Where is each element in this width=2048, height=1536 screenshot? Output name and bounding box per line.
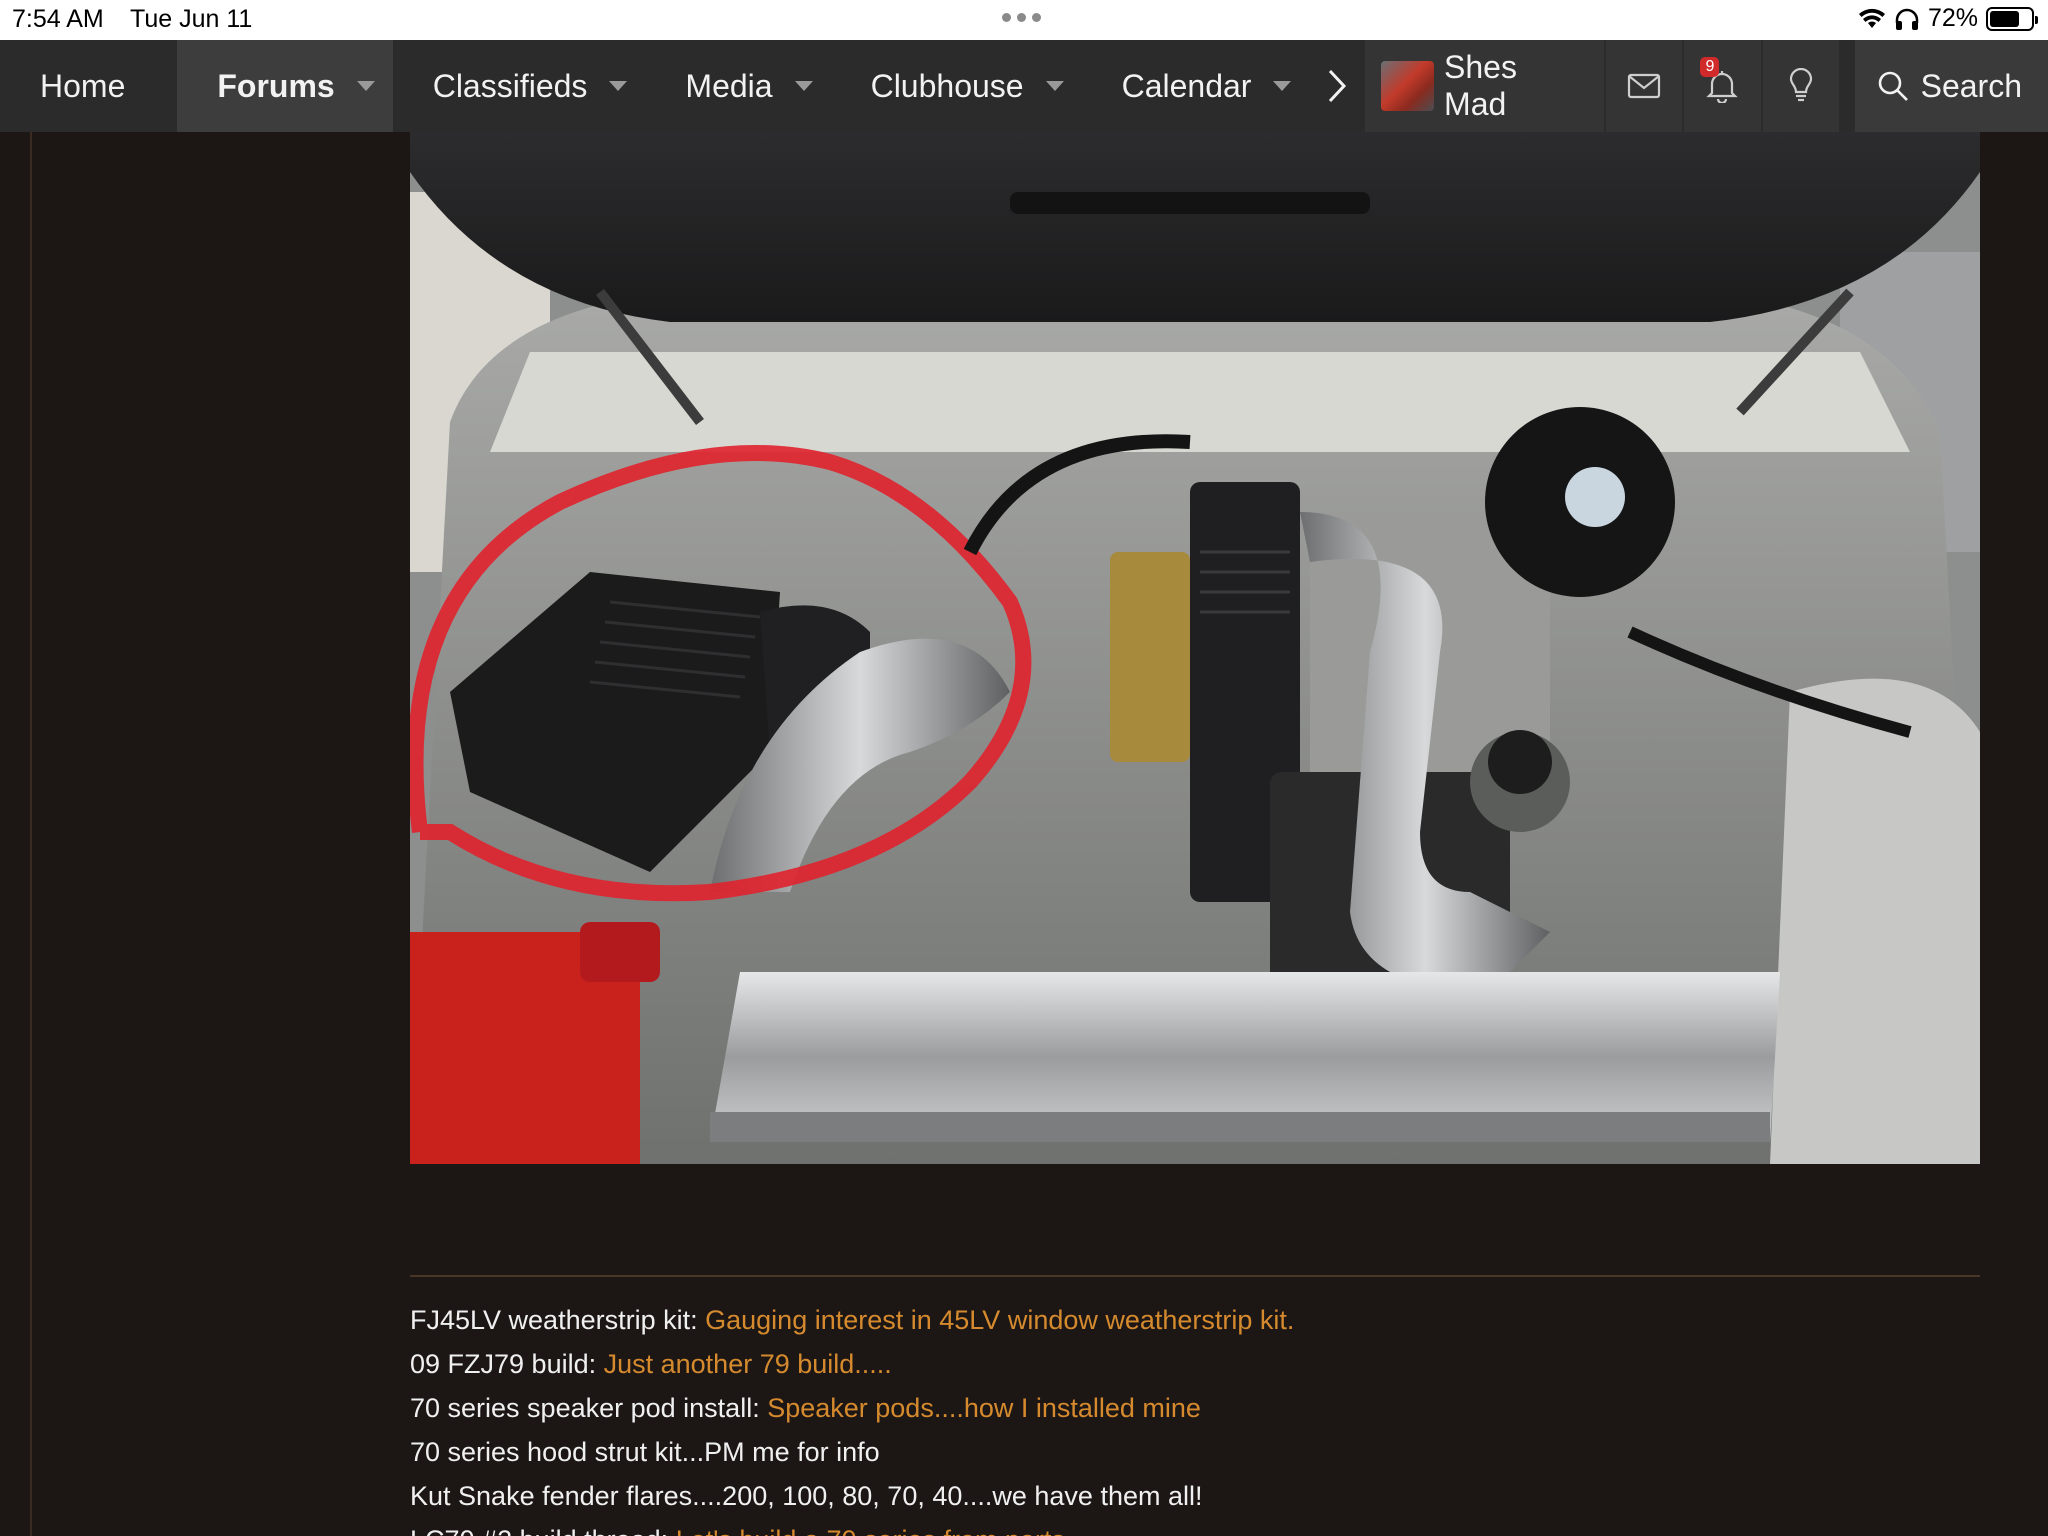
whats-new-button[interactable] — [1760, 40, 1839, 132]
battery-icon — [1986, 6, 2038, 31]
account-menu[interactable]: Shes Mad — [1365, 40, 1605, 132]
caret-down-icon[interactable] — [1273, 81, 1292, 91]
envelope-icon — [1628, 73, 1661, 99]
caret-down-icon[interactable] — [609, 81, 628, 91]
signature-line: Kut Snake fender flares....200, 100, 80,… — [410, 1481, 1203, 1511]
lightbulb-icon — [1789, 68, 1812, 102]
nav-home[interactable]: Home — [0, 40, 177, 132]
nav-classifieds[interactable]: Classifieds — [393, 40, 646, 132]
post-signature: FJ45LV weatherstrip kit: Gauging interes… — [410, 1298, 1980, 1536]
inbox-button[interactable] — [1604, 40, 1683, 132]
caret-down-icon[interactable] — [1045, 81, 1064, 91]
status-date: Tue Jun 11 — [130, 5, 253, 33]
signature-link[interactable]: Just another 79 build..... — [604, 1349, 892, 1379]
multitasking-dots-icon[interactable] — [1002, 13, 1041, 22]
chevron-right-icon — [1329, 69, 1347, 103]
alerts-badge: 9 — [1700, 57, 1720, 77]
search-label: Search — [1920, 67, 2022, 104]
signature-line: 09 FZJ79 build: Just another 79 build...… — [410, 1349, 892, 1379]
nav-clubhouse[interactable]: Clubhouse — [831, 40, 1082, 132]
signature-link[interactable]: Let's build a 70 series from parts — [676, 1525, 1065, 1536]
signature-line: 70 series speaker pod install: Speaker p… — [410, 1393, 1201, 1423]
nav-forums[interactable]: Forums — [177, 40, 393, 132]
alerts-button[interactable]: 9 — [1682, 40, 1761, 132]
signature-line: LC70 #2 build thread: Let's build a 70 s… — [410, 1518, 1980, 1536]
post-left-border — [30, 132, 32, 1536]
signature-divider — [410, 1275, 1980, 1277]
avatar — [1381, 61, 1435, 111]
signature-link[interactable]: Speaker pods....how I installed mine — [767, 1393, 1201, 1423]
status-time: 7:54 AM — [12, 5, 104, 33]
status-bar: 7:54 AM Tue Jun 11 72% — [0, 0, 2048, 40]
signature-line: 70 series hood strut kit...PM me for inf… — [410, 1437, 880, 1467]
signature-link[interactable]: Gauging interest in 45LV window weathers… — [705, 1305, 1294, 1335]
caret-down-icon[interactable] — [356, 81, 375, 91]
caret-down-icon[interactable] — [794, 81, 813, 91]
nav-media[interactable]: Media — [645, 40, 830, 132]
signature-line: FJ45LV weatherstrip kit: Gauging interes… — [410, 1305, 1295, 1335]
engine-bay-photo[interactable] — [410, 132, 1980, 1164]
battery-percent: 72% — [1927, 4, 1978, 32]
forum-nav-bar: Home Forums Classifieds Media Clubhouse … — [0, 40, 2048, 132]
nav-scroll-right[interactable] — [1309, 40, 1365, 132]
search-icon — [1878, 71, 1908, 101]
nav-calendar[interactable]: Calendar — [1082, 40, 1310, 132]
wifi-icon — [1858, 8, 1885, 28]
account-name: Shes Mad — [1444, 49, 1517, 122]
headphones-icon — [1895, 8, 1919, 30]
search-button[interactable]: Search — [1854, 40, 2048, 132]
